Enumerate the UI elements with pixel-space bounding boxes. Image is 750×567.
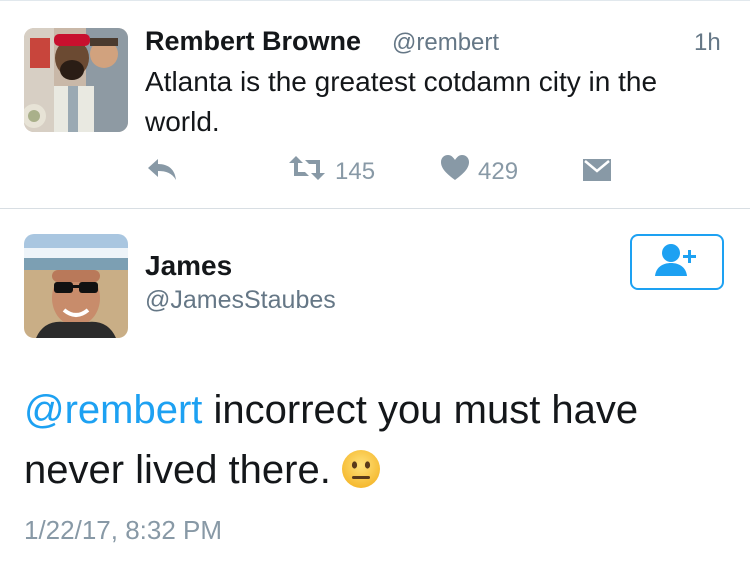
like-button[interactable]: 429 <box>440 154 518 189</box>
tweet-divider <box>0 208 750 209</box>
reply-button[interactable] <box>145 156 179 189</box>
avatar-rembert[interactable] <box>24 28 128 132</box>
reply-icon <box>145 156 179 189</box>
mention-link[interactable]: @rembert <box>24 388 202 432</box>
reply-author-handle[interactable]: @JamesStaubes <box>145 286 336 315</box>
reply-author-name[interactable]: James <box>145 250 232 282</box>
tweet-timestamp: 1/22/17, 8:32 PM <box>24 515 223 545</box>
heart-icon <box>440 154 470 189</box>
retweet-button[interactable]: 145 <box>287 154 375 189</box>
like-count: 429 <box>478 157 519 185</box>
retweet-count: 145 <box>335 157 376 185</box>
follow-button[interactable] <box>630 234 724 290</box>
tweet-author-handle[interactable]: @rembert <box>392 29 499 57</box>
tweet-text: Atlanta is the greatest cotdamn city in … <box>145 66 658 137</box>
avatar-james[interactable] <box>24 234 128 338</box>
reply-text: @rembert incorrect you must have never l… <box>24 380 724 506</box>
envelope-icon <box>582 158 612 189</box>
neutral-face-emoji <box>341 446 381 506</box>
retweet-icon <box>287 154 327 189</box>
top-divider <box>0 0 750 1</box>
tweet-time: 1h <box>694 29 721 56</box>
tweet-author-name[interactable]: Rembert Browne <box>145 26 361 57</box>
direct-message-button[interactable] <box>582 158 612 189</box>
add-user-icon <box>654 243 700 282</box>
